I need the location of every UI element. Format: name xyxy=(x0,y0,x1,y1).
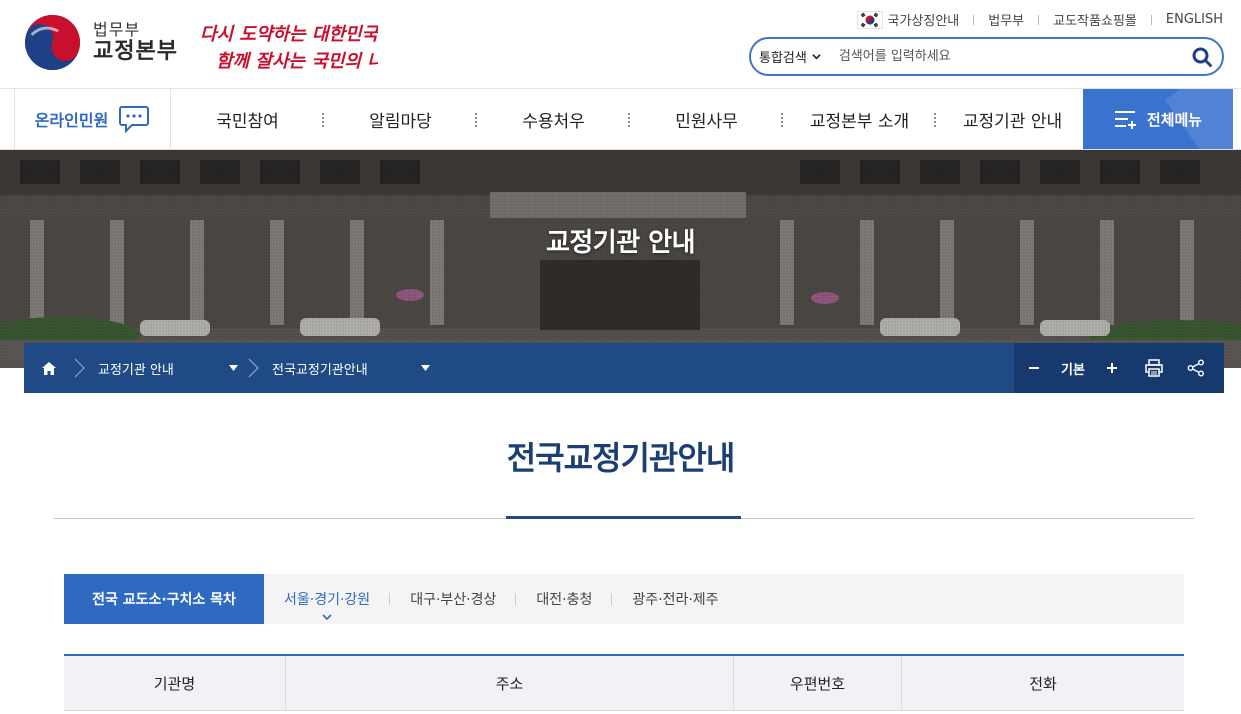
chevron-right-icon xyxy=(74,358,85,378)
tab-label: 광주·전라·제주 xyxy=(632,592,719,608)
search-bar: 통합검색 xyxy=(749,37,1224,76)
utility-links: 국가상징안내 법무부 교도작품쇼핑몰 ENGLISH xyxy=(857,10,1223,29)
caret-down-icon xyxy=(421,365,430,371)
site-header: 법무부 교정본부 다시 도약하는 대한민국 함께 잘사는 국민의 나라 국가상징… xyxy=(0,0,1241,89)
home-button[interactable] xyxy=(24,343,74,393)
util-link-ministry[interactable]: 법무부 xyxy=(988,10,1024,29)
logo-ministry: 법무부 xyxy=(93,19,141,39)
gnb-item-about[interactable]: 교정본부 소개 xyxy=(783,89,936,149)
page-title: 전국교정기관안내 xyxy=(506,439,736,477)
page-visual-banner: 교정기관 안내 xyxy=(0,150,1241,368)
tab-seoul-gyeonggi-gangwon[interactable]: 서울·경기·강원 xyxy=(264,574,391,624)
national-slogan: 다시 도약하는 대한민국 함께 잘사는 국민의 나라 xyxy=(198,20,403,76)
util-link-english[interactable]: ENGLISH xyxy=(1166,12,1223,27)
column-header-postcode: 우편번호 xyxy=(734,656,902,710)
plus-icon xyxy=(1107,363,1117,373)
breadcrumb: 교정기관 안내 전국교정기관안내 xyxy=(24,343,434,393)
slogan-line-2: 함께 잘사는 국민의 나라 xyxy=(216,51,378,72)
search-input[interactable] xyxy=(838,49,1169,64)
minus-icon xyxy=(1029,367,1039,369)
breadcrumb-level-1-label: 교정기관 안내 xyxy=(98,362,174,378)
online-civil-petition-label: 온라인민원 xyxy=(34,111,109,130)
all-menu-label: 전체메뉴 xyxy=(1146,110,1203,129)
column-header-address: 주소 xyxy=(286,656,734,710)
gnb-item-civil-affairs[interactable]: 민원사무 xyxy=(630,89,783,149)
util-link-shopping-mall[interactable]: 교도작품쇼핑몰 xyxy=(1053,10,1137,29)
util-link-national-symbols[interactable]: 국가상징안내 xyxy=(887,10,959,29)
chevron-down-icon xyxy=(322,614,332,621)
title-underline-accent xyxy=(506,516,741,519)
caret-down-icon xyxy=(229,365,238,371)
taegeuk-emblem-icon xyxy=(24,14,81,71)
zoom-out-button[interactable] xyxy=(1014,343,1054,393)
chat-bubble-icon xyxy=(119,106,150,133)
tab-label: 대전·충청 xyxy=(536,592,593,608)
slogan-line-1: 다시 도약하는 대한민국 xyxy=(200,24,378,45)
gnb-item-citizen-participation[interactable]: 국민참여 xyxy=(171,89,324,149)
divider xyxy=(1150,14,1152,25)
tab-label: 서울·경기·강원 xyxy=(284,592,371,608)
printer-icon xyxy=(1145,359,1163,377)
search-type-select[interactable]: 통합검색 xyxy=(759,47,821,66)
main-navigation: 온라인민원 국민참여 알림마당 수용처우 민원사무 교정본부 소개 교정기관 안… xyxy=(0,89,1241,150)
search-icon[interactable] xyxy=(1191,46,1213,68)
home-icon xyxy=(42,361,56,375)
zoom-level-label: 기본 xyxy=(1061,362,1085,378)
region-tabs: 전국 교도소·구치소 목차 서울·경기·강원 대구·부산·경상 대전·충청 광주… xyxy=(64,574,1184,624)
chevron-down-icon xyxy=(812,54,821,60)
visual-title: 교정기관 안내 xyxy=(545,228,696,258)
menu-plus-icon xyxy=(1114,111,1136,129)
site-logo[interactable]: 법무부 교정본부 xyxy=(24,14,178,71)
gnb-item-institutions[interactable]: 교정기관 안내 xyxy=(936,89,1089,149)
column-header-phone: 전화 xyxy=(1029,674,1057,693)
gnb-menu: 국민참여 알림마당 수용처우 민원사무 교정본부 소개 교정기관 안내 xyxy=(171,89,1089,149)
institution-table: 기관명 주소 우편번호 전화 xyxy=(64,654,1184,711)
tab-label: 대구·부산·경상 xyxy=(410,592,497,608)
gnb-item-inmate-treatment[interactable]: 수용처우 xyxy=(477,89,630,149)
page-tools: 기본 xyxy=(1014,343,1224,393)
breadcrumb-level-2-label: 전국교정기관안내 xyxy=(272,362,368,378)
logo-department: 교정본부 xyxy=(93,39,178,65)
tab-gwangju-jeolla-jeju[interactable]: 광주·전라·제주 xyxy=(612,574,738,624)
breadcrumb-level-1[interactable]: 교정기관 안내 xyxy=(86,359,248,378)
share-button[interactable] xyxy=(1176,343,1216,393)
divider xyxy=(1038,14,1040,25)
gnb-item-notices[interactable]: 알림마당 xyxy=(324,89,477,149)
breadcrumb-level-2[interactable]: 전국교정기관안내 xyxy=(260,359,434,378)
online-civil-petition-link[interactable]: 온라인민원 xyxy=(14,89,171,149)
search-type-label: 통합검색 xyxy=(759,51,807,66)
korean-flag-icon xyxy=(857,10,884,29)
zoom-in-button[interactable] xyxy=(1092,343,1132,393)
location-bar: 교정기관 안내 전국교정기관안내 기본 xyxy=(24,343,1224,393)
table-header-row: 기관명 주소 우편번호 전화 xyxy=(64,656,1184,711)
share-icon xyxy=(1187,359,1204,377)
tab-institution-index[interactable]: 전국 교도소·구치소 목차 xyxy=(64,574,264,624)
building-photo xyxy=(0,150,1241,368)
all-menu-button[interactable]: 전체메뉴 xyxy=(1083,89,1233,149)
print-button[interactable] xyxy=(1132,343,1176,393)
tab-daegu-busan-gyeongsang[interactable]: 대구·부산·경상 xyxy=(390,574,517,624)
tab-daejeon-chungcheong[interactable]: 대전·충청 xyxy=(516,574,613,624)
column-header-name: 기관명 xyxy=(64,656,286,710)
divider xyxy=(973,14,975,25)
chevron-right-icon xyxy=(248,358,259,378)
